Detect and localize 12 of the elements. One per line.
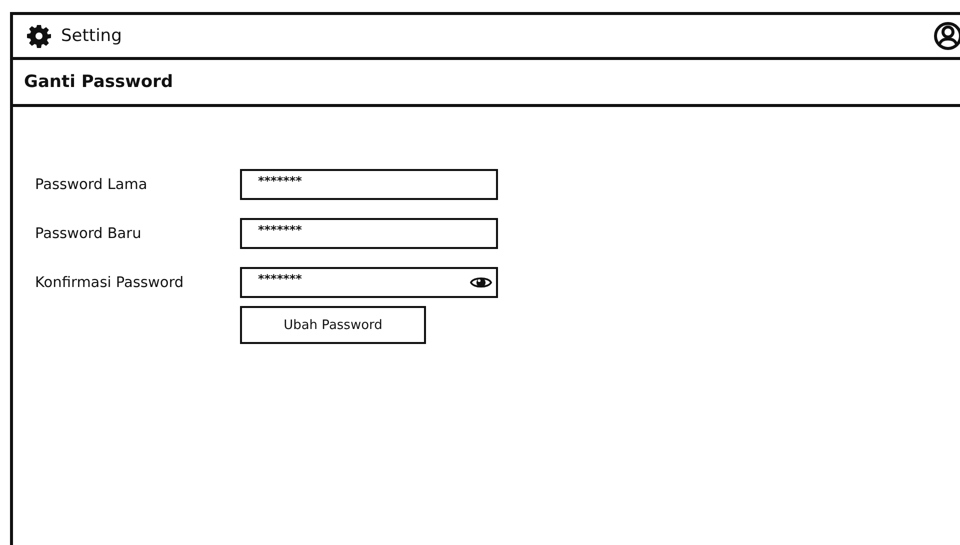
- field-label: Konfirmasi Password: [35, 274, 185, 290]
- user-icon[interactable]: [934, 21, 960, 51]
- section-title: Ganti Password: [24, 72, 174, 92]
- header-title: Setting: [61, 26, 122, 46]
- eye-icon[interactable]: [470, 275, 492, 290]
- field-label: Password Baru: [35, 226, 142, 242]
- password-field[interactable]: *******: [240, 169, 498, 200]
- field-label: Password Lama: [35, 176, 148, 192]
- settings-icon[interactable]: [27, 24, 51, 48]
- password-field[interactable]: *******: [240, 267, 498, 298]
- submit-button[interactable]: Ubah Password: [240, 306, 426, 344]
- password-field[interactable]: *******: [240, 218, 498, 249]
